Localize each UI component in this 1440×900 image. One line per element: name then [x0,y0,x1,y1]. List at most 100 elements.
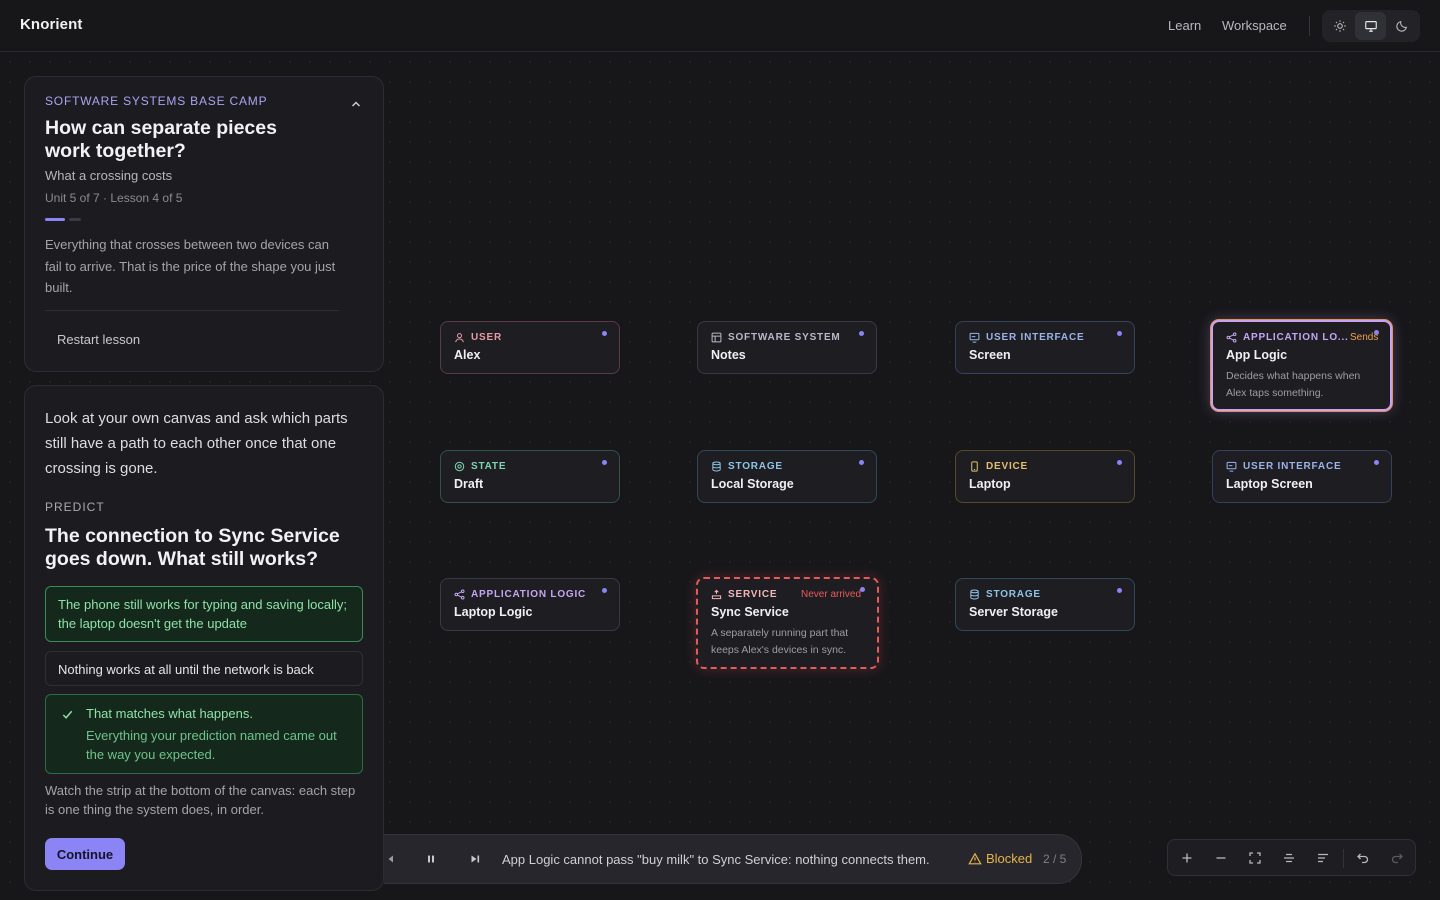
playback-strip: App Logic cannot pass "buy milk" to Sync… [384,834,1082,884]
moon-icon [1395,20,1407,32]
lesson-progress [45,218,81,221]
node-label: Screen [969,348,1011,362]
warning-icon [968,852,982,864]
lesson-title: How can separate pieces work together? [45,117,277,162]
node-app-logic[interactable]: APPLICATION LO... Sends App Logic Decide… [1211,320,1392,411]
blocked-status: Blocked [968,851,1032,866]
interface-icon [1226,461,1237,472]
layout-icon[interactable] [1316,851,1330,865]
database-icon [712,461,721,472]
sun-icon [1333,20,1346,32]
lesson-description: Everything that crosses between two devi… [45,237,336,295]
zoom-out-icon[interactable] [1214,851,1228,865]
lesson-panel: SOFTWARE SYSTEMS BASE CAMP How can separ… [24,76,384,372]
predict-label: PREDICT [45,500,105,514]
node-port[interactable] [602,331,607,336]
database-icon [970,589,979,600]
feedback-body: Everything your prediction named came ou… [86,728,337,762]
progress-segment-remaining [69,218,81,221]
system-icon [711,332,722,343]
feedback-box: That matches what happens. Everything yo… [45,694,363,774]
node-screen[interactable]: USER INTERFACE Screen [955,321,1135,374]
node-laptop[interactable]: DEVICE Laptop [955,450,1135,503]
course-kicker: SOFTWARE SYSTEMS BASE CAMP [45,94,268,108]
node-label: Laptop Logic [454,605,533,619]
lesson-subtitle: What a crossing costs [45,168,173,183]
node-type: USER INTERFACE [1243,461,1342,472]
restart-lesson-button[interactable]: Restart lesson [57,332,140,347]
node-label: Draft [454,477,484,491]
answer-option-selected[interactable]: The phone still works for typing and sav… [45,586,363,642]
panel-divider [45,310,339,311]
system-theme-button[interactable] [1355,12,1386,40]
dark-theme-button[interactable] [1386,12,1417,40]
node-port[interactable] [1117,331,1122,336]
continue-button[interactable]: Continue [45,838,125,870]
lesson-meta: Unit 5 of 7 · Lesson 4 of 5 [45,191,183,205]
node-label: Alex [454,348,481,362]
node-status-sends: Sends [1350,332,1379,343]
node-type: USER INTERFACE [986,332,1085,343]
node-type: SOFTWARE SYSTEM [728,332,841,343]
answer-option[interactable]: Nothing works at all until the network i… [45,651,363,686]
node-type: APPLICATION LOGIC [471,589,587,600]
node-type: APPLICATION LO... [1243,332,1349,343]
toolbar-divider [1343,849,1344,868]
redo-icon[interactable] [1390,851,1404,865]
interface-icon [969,332,980,343]
service-icon [711,589,722,600]
node-type: DEVICE [986,461,1029,472]
monitor-icon [1364,21,1377,32]
step-message: App Logic cannot pass "buy milk" to Sync… [502,852,930,867]
step-forward-icon[interactable] [468,852,482,866]
node-label: Server Storage [969,605,1058,619]
user-icon [455,333,464,343]
watch-note: Watch the strip at the bottom of the can… [45,783,356,817]
nav-workspace[interactable]: Workspace [1222,18,1287,33]
node-label: Sync Service [711,605,789,619]
chevron-up-icon[interactable] [349,97,363,111]
nav-divider [1309,16,1310,36]
step-back-icon[interactable] [384,852,398,866]
blocked-label: Blocked [986,851,1033,866]
node-label: Laptop [969,477,1011,491]
node-type: STORAGE [728,461,783,472]
share-icon [1226,332,1237,343]
node-type: STORAGE [986,589,1041,600]
light-theme-button[interactable] [1324,12,1355,40]
node-local-storage[interactable]: STORAGE Local Storage [697,450,877,503]
feedback-title: That matches what happens. [86,706,253,721]
undo-icon[interactable] [1356,851,1370,865]
brand-logo[interactable]: Knorient [20,16,82,33]
node-laptop-logic[interactable]: APPLICATION LOGIC Laptop Logic [440,578,620,631]
node-label: Laptop Screen [1226,477,1313,491]
progress-segment-done [45,218,65,221]
node-label: Notes [711,348,746,362]
canvas-toolbar [1167,839,1416,876]
node-notes[interactable]: SOFTWARE SYSTEM Notes [697,321,877,374]
node-draft[interactable]: STATE Draft [440,450,620,503]
node-label: App Logic [1226,348,1288,362]
zoom-in-icon[interactable] [1180,851,1194,865]
check-icon [62,710,73,719]
node-alex[interactable]: USER Alex [440,321,620,374]
node-port[interactable] [859,460,864,465]
node-port[interactable] [602,588,607,593]
pause-icon[interactable] [424,852,438,866]
node-port[interactable] [1117,588,1122,593]
fit-view-icon[interactable] [1248,851,1262,865]
node-port[interactable] [859,331,864,336]
node-laptop-screen[interactable]: USER INTERFACE Laptop Screen [1212,450,1392,503]
nav-learn[interactable]: Learn [1168,18,1201,33]
node-server-storage[interactable]: STORAGE Server Storage [955,578,1135,631]
node-sync-service[interactable]: SERVICE Never arrived Sync Service A sep… [696,577,879,669]
device-icon [971,461,978,472]
node-port[interactable] [1117,460,1122,465]
align-icon[interactable] [1282,851,1296,865]
node-description: A separately running part that keeps Ale… [711,627,849,656]
node-port[interactable] [602,460,607,465]
share-icon [454,589,465,600]
node-description: Decides what happens when Alex taps some… [1226,370,1361,399]
state-icon [454,461,465,472]
node-port[interactable] [1374,460,1379,465]
